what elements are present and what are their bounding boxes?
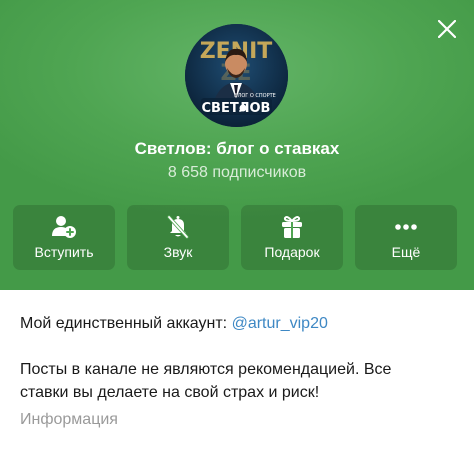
gift-button[interactable]: Подарок [241, 205, 343, 270]
avatar-name-text: СВЕТЛОВ [202, 101, 271, 116]
action-bar: Вступить Звук Подарок Ещё [13, 205, 461, 270]
account-prefix: Мой единственный аккаунт: [20, 315, 232, 332]
subscriber-count: 8 658 подписчиков [167, 164, 307, 181]
channel-description: Мой единственный аккаунт: @artur_vip20 П… [20, 312, 460, 404]
join-icon [52, 216, 76, 238]
info-caption: Информация [20, 411, 118, 428]
join-label: Вступить [34, 244, 94, 260]
account-mention-link[interactable]: @artur_vip20 [232, 315, 328, 332]
join-button[interactable]: Вступить [13, 205, 115, 270]
disclaimer-line-2: ставки вы делаете на свой страх и риск! [20, 384, 320, 401]
more-icon [395, 224, 417, 230]
more-button[interactable]: Ещё [355, 205, 457, 270]
gift-icon [282, 216, 302, 238]
channel-header: ZENIT ZE БЛОГ О СПОРТЕ СВЕТЛОВ Светлов: … [0, 0, 474, 290]
close-button[interactable] [430, 12, 464, 46]
close-icon [438, 20, 456, 38]
bell-off-icon [167, 215, 189, 239]
more-label: Ещё [391, 244, 421, 260]
disclaimer-line-1: Посты в канале не являются рекомендацией… [20, 361, 392, 378]
channel-avatar[interactable]: ZENIT ZE БЛОГ О СПОРТЕ СВЕТЛОВ [185, 24, 288, 127]
gift-label: Подарок [264, 244, 320, 260]
mute-button[interactable]: Звук [127, 205, 229, 270]
mute-label: Звук [163, 244, 193, 260]
channel-title: Светлов: блог о ставках [134, 139, 340, 158]
